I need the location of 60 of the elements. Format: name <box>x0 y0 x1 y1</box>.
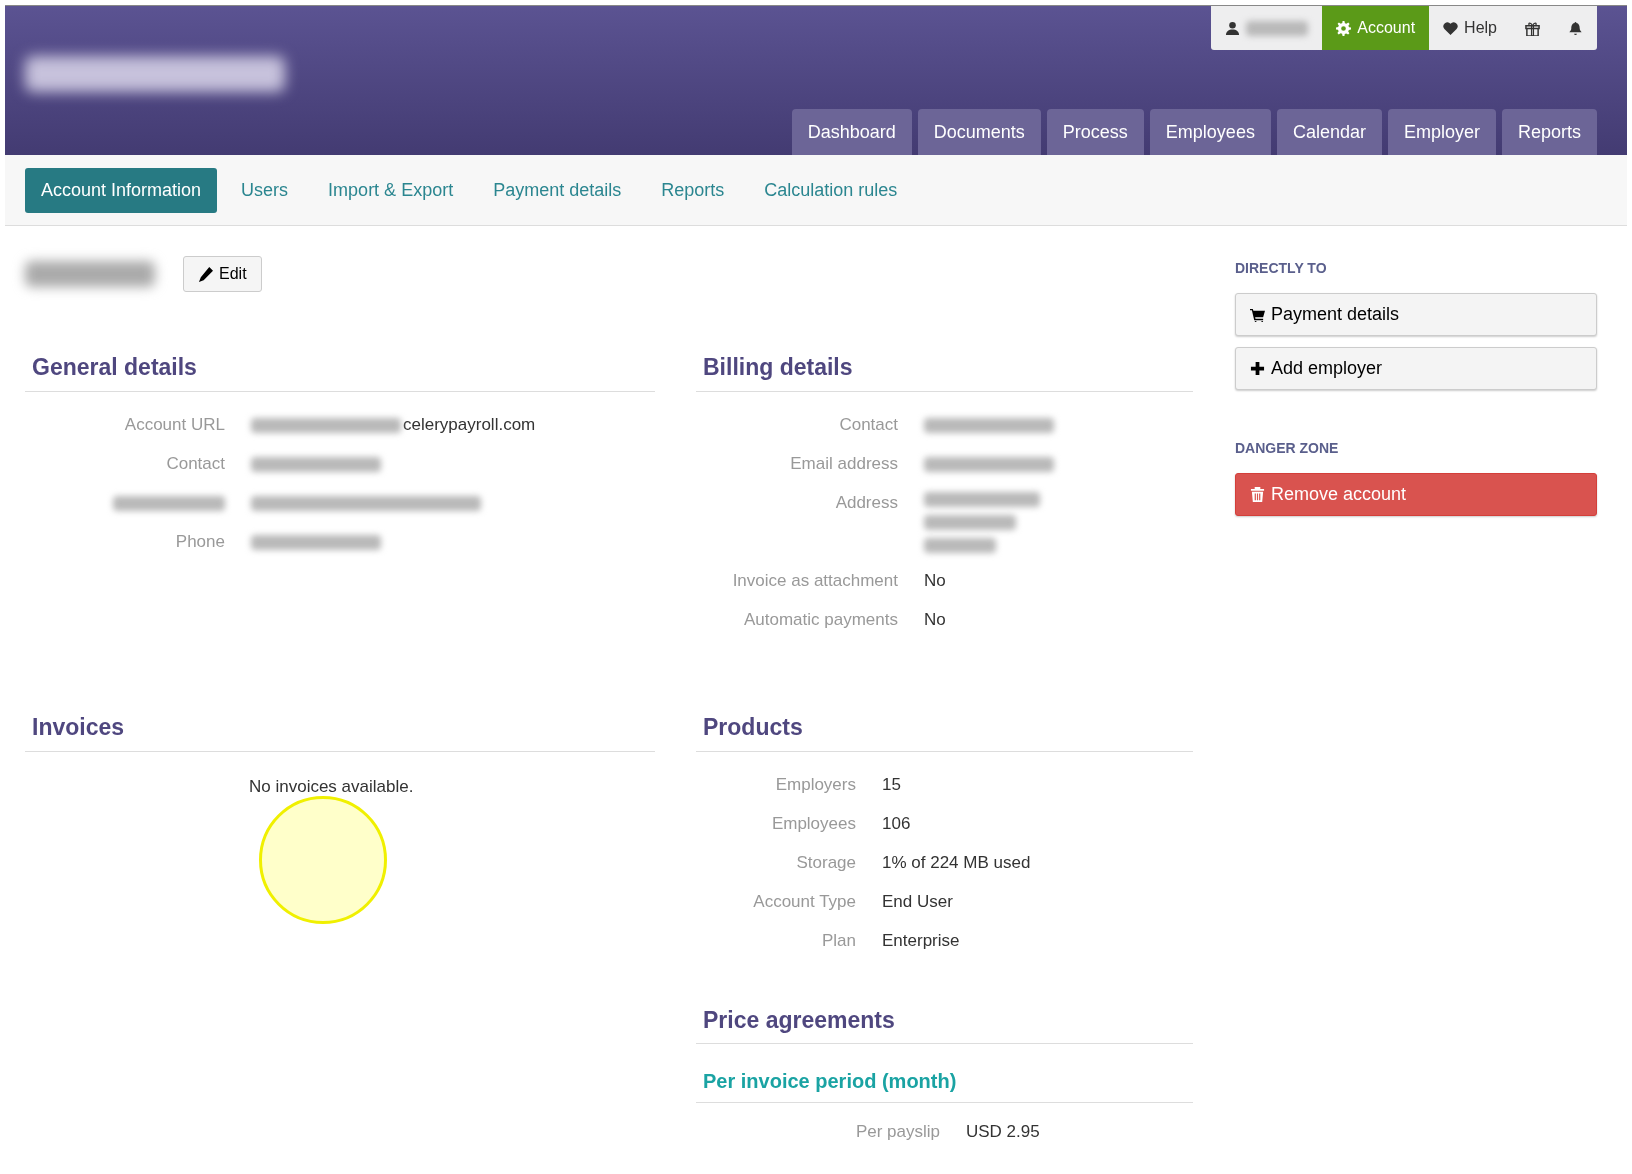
user-icon <box>1225 20 1241 36</box>
field-value: USD 2.95 <box>966 1122 1040 1141</box>
section-title: Invoices <box>25 710 655 752</box>
field-label: Per payslip <box>855 1122 940 1141</box>
field-value: Enterprise <box>882 930 960 950</box>
sub-tab[interactable]: Account Information <box>25 167 218 213</box>
sidebar-button[interactable]: Add employer <box>1235 347 1597 390</box>
section-title: Billing details <box>696 350 1193 392</box>
field-label: Address <box>835 492 898 512</box>
nav-tab[interactable]: Employees <box>1149 109 1271 155</box>
nav-tab[interactable]: Documents <box>917 109 1041 155</box>
sidebar-heading: DIRECTLY TO <box>1235 259 1328 278</box>
nav-tab[interactable]: Reports <box>1501 109 1597 155</box>
nav-tab[interactable]: Dashboard <box>791 109 912 155</box>
section-title: Products <box>696 710 1193 752</box>
field-label: Storage <box>796 852 856 872</box>
sub-tab[interactable]: Users <box>225 167 305 213</box>
section-title: Price agreements <box>696 1002 1193 1044</box>
pencil-icon <box>198 266 213 282</box>
field-label: Email address <box>790 453 898 473</box>
field-label: Account Type <box>753 891 856 911</box>
edit-button[interactable]: Edit <box>183 256 262 292</box>
field-value: End User <box>882 891 953 911</box>
field-label: Invoice as attachment <box>732 570 898 590</box>
field-value: 1% of 224 MB used <box>882 852 1031 872</box>
field-label: Contact <box>166 453 225 473</box>
empty-message: No invoices available. <box>249 775 414 798</box>
section-title: General details <box>25 350 655 392</box>
heart-icon <box>1443 20 1459 36</box>
field-label: Contact <box>839 414 898 434</box>
sub-tab[interactable]: Reports <box>645 167 741 213</box>
sub-tab[interactable]: Calculation rules <box>748 167 914 213</box>
field-label: Plan <box>821 930 856 950</box>
cart-icon <box>1250 307 1265 322</box>
sidebar-heading: DANGER ZONE <box>1235 439 1340 458</box>
field-value: 15 <box>882 774 901 794</box>
field-label: Automatic payments <box>744 609 898 629</box>
field-label: Phone <box>175 531 225 551</box>
field-value: No <box>924 609 946 629</box>
plus-icon <box>1250 361 1265 376</box>
section-subtitle: Per invoice period (month) <box>696 1066 1193 1103</box>
sidebar-button[interactable]: Payment details <box>1235 293 1597 336</box>
nav-tab[interactable]: Employer <box>1387 109 1496 155</box>
field-label: Account URL <box>124 414 225 434</box>
field-value: No <box>924 570 946 590</box>
account-menu-button[interactable]: Account <box>1322 6 1430 50</box>
field-value: 106 <box>882 813 911 833</box>
settings-icon <box>1336 20 1352 36</box>
field-value: celerypayroll.com <box>251 414 536 434</box>
gift-icon <box>1525 20 1540 36</box>
remove-account-button[interactable]: Remove account <box>1235 473 1597 516</box>
help-menu-button[interactable]: Help <box>1429 6 1511 50</box>
field-label: Employees <box>771 813 856 833</box>
trash-icon <box>1250 487 1265 502</box>
field-label: Employers <box>775 774 856 794</box>
sub-tab[interactable]: Payment details <box>477 167 638 213</box>
nav-tab[interactable]: Process <box>1046 109 1144 155</box>
sub-tab[interactable]: Import & Export <box>312 167 470 213</box>
bell-icon <box>1568 20 1583 36</box>
nav-tab[interactable]: Calendar <box>1276 109 1382 155</box>
